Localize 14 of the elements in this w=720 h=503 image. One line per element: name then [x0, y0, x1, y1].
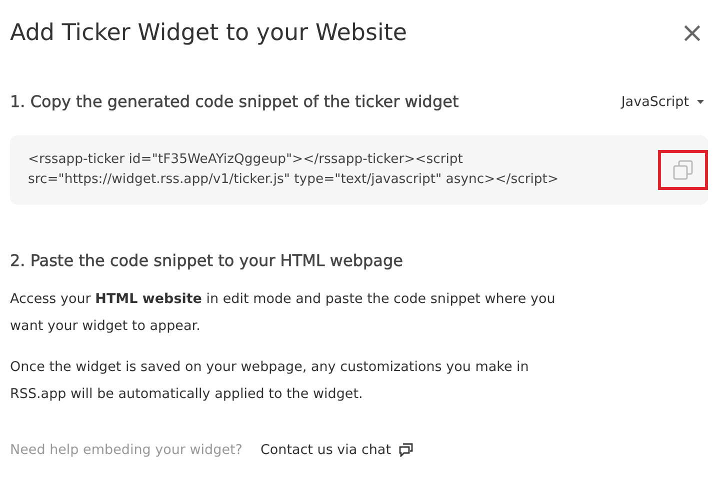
- code-snippet: <rssapp-ticker id="tF35WeAYizQggeup"></rssapp-ticker><script src="https://widget.rss.app/v1/ticker.js" type="text/javascript" async></script>: [28, 151, 559, 189]
- dialog-title: Add Ticker Widget to your Website: [10, 20, 408, 46]
- language-dropdown[interactable]: JavaScript: [621, 94, 708, 110]
- step-heading: 2. Paste the code snippet to your HTML webpage: [10, 251, 404, 270]
- instruction-text: Once the widget is saved on your webpage, any customizations you make in RSS.app will be automatically applied to the widget.: [10, 358, 530, 404]
- chat-icon: [399, 443, 413, 457]
- caret-icon: [697, 100, 704, 104]
- close-button[interactable]: ×: [676, 19, 708, 47]
- instruction-text: Access your HTML website in edit mode and paste the code snippet where you want your widget to appear.: [10, 290, 556, 336]
- copy-icon: [672, 159, 694, 181]
- copy-button[interactable]: [658, 150, 708, 190]
- help-text: Need help embeding your widget?: [10, 442, 242, 458]
- step-heading: 1. Copy the generated code snippet of the ticker widget: [10, 92, 459, 111]
- chat-link[interactable]: Contact us via chat: [260, 442, 413, 458]
